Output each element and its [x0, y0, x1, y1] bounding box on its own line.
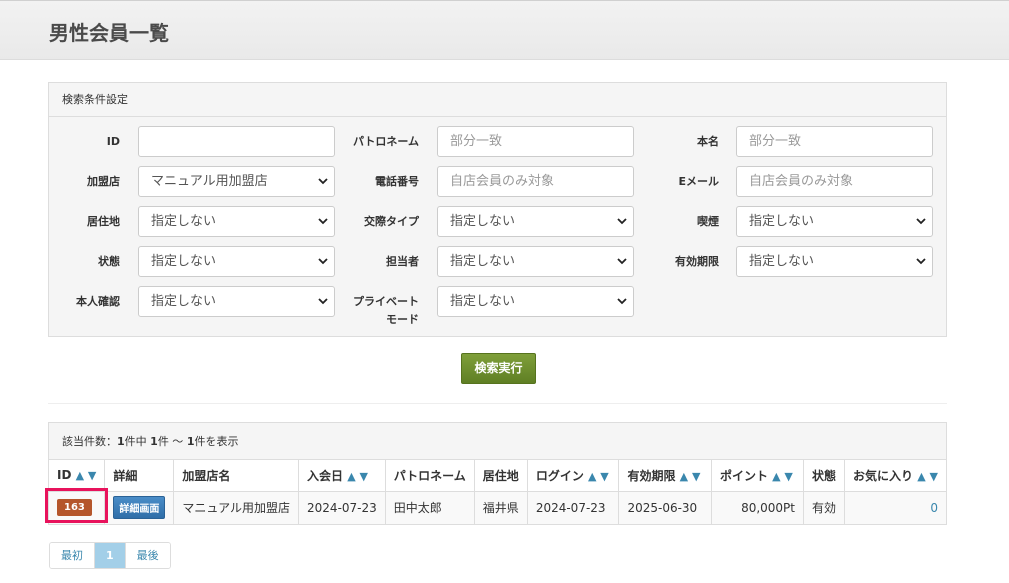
cell-favorites: 0	[844, 491, 946, 524]
table-header-row: ID ▲ ▼ 詳細 加盟店名 入会日 ▲ ▼ パトロネーム 居住地 ログイン ▲…	[49, 460, 946, 492]
label-staff: 担当者	[386, 255, 419, 268]
col-joined[interactable]: 入会日 ▲ ▼	[298, 460, 386, 492]
sort-arrows-icon[interactable]: ▲ ▼	[917, 470, 938, 483]
pagination-first[interactable]: 最初	[50, 543, 95, 568]
cell-joined: 2024-07-23	[298, 491, 386, 524]
cell-patron: 田中太郎	[385, 491, 475, 524]
label-affiliate: 加盟店	[87, 175, 120, 188]
cell-points: 80,000Pt	[711, 491, 805, 524]
pagination: 最初 1 最後	[49, 542, 171, 569]
expiry-select[interactable]: 指定しない	[736, 246, 933, 277]
expiry-select-value: 指定しない	[749, 254, 815, 269]
sort-arrows-icon[interactable]: ▲ ▼	[76, 469, 97, 482]
chevron-down-icon	[916, 207, 926, 236]
label-expiry: 有効期限	[675, 255, 719, 268]
search-panel: 検索条件設定 ID パトロネーム 部分一致 本名 部分一致 加盟店 マニュアル用…	[48, 82, 947, 337]
label-smoking: 喫煙	[697, 215, 719, 228]
private-mode-select-value: 指定しない	[450, 294, 516, 309]
smoking-select-value: 指定しない	[749, 214, 815, 229]
summary-mid2: 件 〜	[157, 435, 187, 448]
col-id[interactable]: ID ▲ ▼	[49, 460, 106, 492]
col-detail: 詳細	[104, 460, 175, 492]
col-patron: パトロネーム	[385, 460, 475, 492]
residence-select-value: 指定しない	[151, 214, 217, 229]
pagination-last[interactable]: 最後	[125, 543, 170, 568]
affiliate-select-value: マニュアル用加盟店	[151, 174, 268, 189]
identity-select-value: 指定しない	[151, 294, 217, 309]
detail-button[interactable]: 詳細画面	[113, 496, 166, 520]
col-residence: 居住地	[474, 460, 528, 492]
sort-arrows-icon[interactable]: ▲ ▼	[772, 470, 793, 483]
chevron-down-icon	[617, 287, 627, 316]
col-affiliate: 加盟店名	[173, 460, 300, 492]
sort-arrows-icon[interactable]: ▲ ▼	[680, 470, 701, 483]
cell-detail: 詳細画面	[104, 491, 175, 524]
label-relation-type: 交際タイプ	[364, 215, 419, 228]
page-title: 男性会員一覧	[49, 21, 169, 45]
search-form: ID パトロネーム 部分一致 本名 部分一致 加盟店 マニュアル用加盟店 電話番…	[49, 117, 946, 337]
col-joined-label: 入会日	[307, 468, 344, 483]
sort-arrows-icon[interactable]: ▲ ▼	[347, 470, 368, 483]
real-name-input[interactable]: 部分一致	[736, 126, 933, 157]
cell-affiliate: マニュアル用加盟店	[173, 491, 300, 524]
staff-select-value: 指定しない	[450, 254, 516, 269]
divider	[48, 403, 947, 404]
col-login-label: ログイン	[535, 468, 584, 483]
label-residence: 居住地	[87, 215, 120, 228]
summary-from: 1	[150, 435, 158, 448]
smoking-select[interactable]: 指定しない	[736, 206, 933, 237]
cell-login: 2024-07-23	[527, 491, 620, 524]
label-real-name: 本名	[697, 135, 719, 148]
summary-mid1: 件中	[124, 435, 151, 448]
favorites-link[interactable]: 0	[930, 501, 938, 515]
label-email: Eメール	[678, 175, 719, 188]
results-summary: 該当件数：1件中 1件 〜 1件を表示	[49, 423, 946, 460]
summary-suffix: 件を表示	[194, 435, 239, 448]
cell-residence: 福井県	[474, 491, 528, 524]
sort-arrows-icon[interactable]: ▲ ▼	[588, 470, 609, 483]
col-id-label: ID	[57, 468, 72, 483]
label-private-mode-line1: プライベート	[353, 295, 419, 308]
col-login[interactable]: ログイン ▲ ▼	[527, 460, 620, 492]
col-expiry-label: 有効期限	[627, 468, 676, 483]
label-id: ID	[106, 135, 120, 148]
col-points[interactable]: ポイント ▲ ▼	[711, 460, 805, 492]
col-status: 状態	[803, 460, 846, 492]
label-identity: 本人確認	[76, 295, 120, 308]
col-favorites-label: お気に入り	[853, 468, 914, 483]
summary-prefix: 該当件数：	[62, 435, 117, 448]
chevron-down-icon	[916, 247, 926, 276]
pagination-current[interactable]: 1	[95, 543, 126, 568]
summary-total: 1	[117, 435, 125, 448]
highlight-box	[45, 488, 108, 523]
relation-type-select-value: 指定しない	[450, 214, 516, 229]
results-panel: 該当件数：1件中 1件 〜 1件を表示 ID ▲ ▼ 詳細 加盟店名 入会日 ▲…	[48, 422, 947, 525]
col-expiry[interactable]: 有効期限 ▲ ▼	[618, 460, 712, 492]
members-table: ID ▲ ▼ 詳細 加盟店名 入会日 ▲ ▼ パトロネーム 居住地 ログイン ▲…	[49, 460, 946, 524]
page-header: 男性会員一覧	[0, 0, 1009, 60]
label-patron-name: パトロネーム	[353, 135, 419, 148]
col-favorites[interactable]: お気に入り ▲ ▼	[844, 460, 946, 492]
email-input[interactable]: 自店会員のみ対象	[736, 166, 933, 197]
cell-expiry: 2025-06-30	[618, 491, 712, 524]
col-points-label: ポイント	[719, 468, 768, 483]
search-panel-heading: 検索条件設定	[49, 83, 946, 117]
cell-status: 有効	[803, 491, 846, 524]
label-status: 状態	[98, 255, 120, 268]
label-private-mode-line2: モード	[386, 313, 419, 326]
label-phone: 電話番号	[375, 175, 419, 188]
table-row: 163 詳細画面 マニュアル用加盟店 2024-07-23 田中太郎 福井県 2…	[49, 491, 946, 524]
search-button[interactable]: 検索実行	[461, 353, 536, 384]
status-select-value: 指定しない	[151, 254, 217, 269]
private-mode-select[interactable]: 指定しない	[437, 286, 634, 317]
